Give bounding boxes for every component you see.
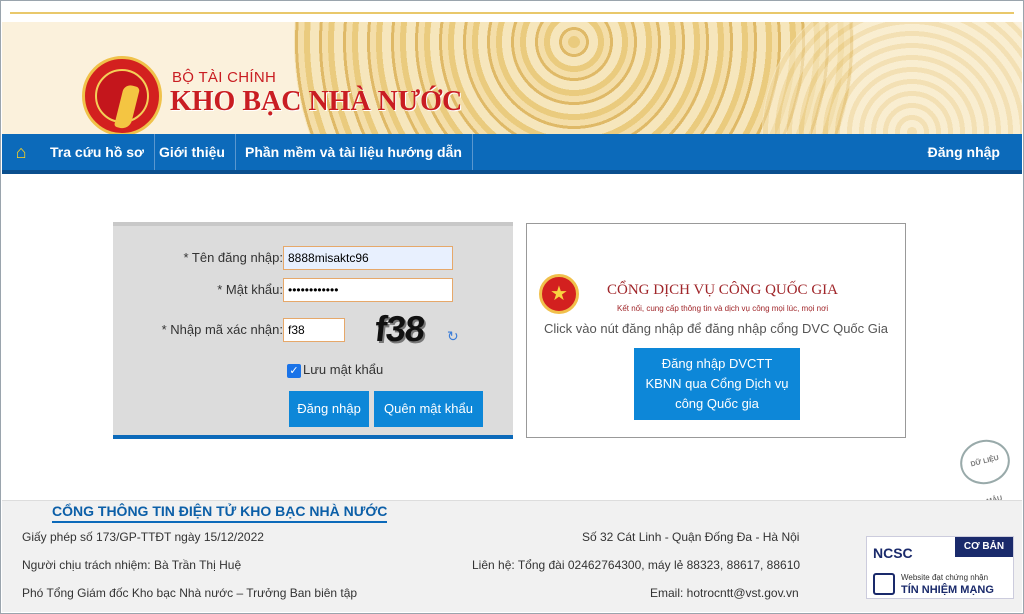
checkbox-icon[interactable]: ✓ [287, 364, 301, 378]
drum-pattern-right [762, 22, 1022, 134]
editor-text: Phó Tổng Giám đốc Kho bạc Nhà nước – Trư… [22, 586, 358, 600]
nav-tra-cuu-ho-so[interactable]: Tra cứu hồ sơ [40, 134, 156, 170]
ministry-name: BỘ TÀI CHÍNH [172, 69, 277, 86]
dvc-brand-sub: Kết nối, cung cấp thông tin và dịch vụ c… [617, 304, 829, 313]
password-input[interactable]: •••••••••••• [283, 278, 453, 302]
captcha-input[interactable]: f38 [283, 318, 345, 342]
level-badge: CƠ BẢN [955, 537, 1013, 557]
dvc-login-button[interactable]: Đăng nhập DVCTT KBNN qua Cổng Dịch vụ cô… [634, 348, 800, 420]
footer-title: CỔNG THÔNG TIN ĐIỆN TỬ KHO BẠC NHÀ NƯỚC [52, 503, 388, 523]
password-label: * Mật khẩu: [217, 282, 283, 297]
badge-title: TÍN NHIỆM MẠNG [901, 584, 994, 596]
captcha-label: * Nhập mã xác nhận: [161, 322, 283, 337]
badge-sub: Website đạt chứng nhận [901, 573, 989, 582]
dvc-panel: ★ CỔNG DỊCH VỤ CÔNG QUỐC GIA Kết nối, cu… [526, 223, 906, 438]
ncsc-logo: NCSC [873, 545, 913, 561]
nav-gioi-thieu[interactable]: Giới thiệu [149, 134, 236, 170]
refresh-icon[interactable]: ↻ [447, 328, 463, 344]
nav-login[interactable]: Đăng nhập [918, 134, 1010, 170]
certificate-icon [873, 573, 895, 595]
forgot-password-button[interactable]: Quên mật khẩu [374, 391, 483, 427]
home-icon[interactable]: ⌂ [4, 134, 38, 170]
responsible-text: Người chịu trách nhiệm: Bà Trần Thị Huệ [22, 558, 242, 572]
license-text: Giấy phép số 173/GP-TTĐT ngày 15/12/2022 [22, 530, 264, 544]
login-button[interactable]: Đăng nhập [289, 391, 369, 427]
captcha-image: f38 [372, 308, 427, 349]
nav-phan-mem[interactable]: Phần mềm và tài liệu hướng dẫn [235, 134, 473, 170]
top-border-line [10, 12, 1014, 14]
address-text: Số 32 Cát Linh - Quận Đống Đa - Hà Nội [582, 530, 800, 544]
username-label: * Tên đăng nhập: [183, 250, 283, 265]
contact-text: Liên hệ: Tổng đài 02462764300, máy lẻ 88… [472, 558, 801, 572]
remember-label[interactable]: Lưu mật khẩu [303, 362, 383, 377]
footer: CỔNG THÔNG TIN ĐIỆN TỬ KHO BẠC NHÀ NƯỚC … [2, 500, 1022, 612]
org-name: KHO BẠC NHÀ NƯỚC [170, 86, 463, 117]
dvc-hint: Click vào nút đăng nhập để đăng nhập cổn… [543, 321, 888, 336]
login-form: * Tên đăng nhập: 8888misaktc96 * Mật khẩ… [113, 222, 513, 439]
dvc-brand: CỔNG DỊCH VỤ CÔNG QUỐC GIA [607, 282, 838, 298]
main-nav: ⌂ Tra cứu hồ sơ Giới thiệu Phần mềm và t… [2, 134, 1022, 174]
email-text[interactable]: Email: hotrocntt@vst.gov.vn [650, 586, 799, 600]
header-banner: BỘ TÀI CHÍNH KHO BẠC NHÀ NƯỚC [2, 22, 1022, 134]
trust-badge[interactable]: NCSC CƠ BẢN Website đạt chứng nhận TÍN N… [866, 536, 1014, 599]
vietnam-map-icon [113, 83, 141, 131]
treasury-logo[interactable] [82, 56, 162, 134]
national-emblem-icon: ★ [539, 274, 579, 314]
username-input[interactable]: 8888misaktc96 [283, 246, 453, 270]
